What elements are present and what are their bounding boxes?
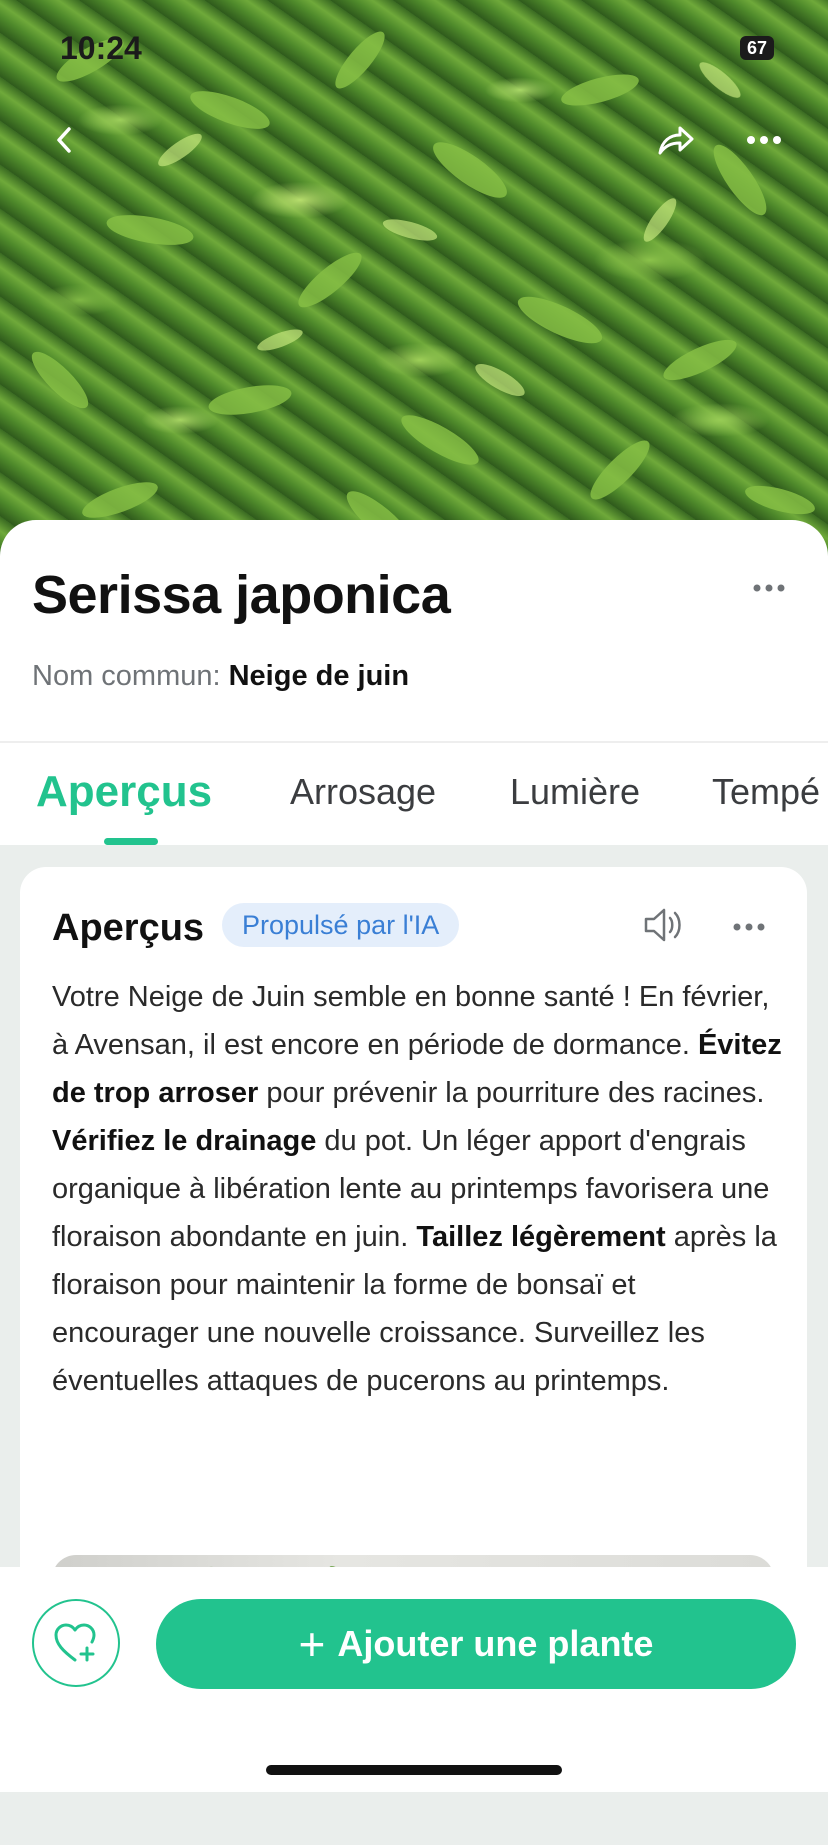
- tab-temperature[interactable]: Tempé: [712, 771, 820, 813]
- common-name-label: Nom commun:: [32, 660, 221, 692]
- add-plant-button[interactable]: + Ajouter une plante: [156, 1599, 796, 1689]
- heart-plus-icon: [54, 1623, 96, 1662]
- insights-card: Aperçus Propulsé par l'IA Votre Neige de…: [20, 867, 807, 1635]
- card-title: Aperçus: [52, 907, 205, 949]
- home-indicator: [266, 1765, 562, 1775]
- ai-badge: Propulsé par l'IA: [222, 903, 460, 947]
- insights-bold-part: Vérifiez le drainage: [52, 1125, 317, 1157]
- back-button[interactable]: [38, 114, 90, 166]
- plus-icon: +: [298, 1618, 326, 1670]
- favorite-button[interactable]: [32, 1599, 120, 1687]
- tab-arrosage[interactable]: Arrosage: [290, 771, 436, 813]
- plant-photo: 10:24 67: [0, 0, 828, 560]
- more-button[interactable]: [738, 114, 790, 166]
- status-time: 10:24: [60, 30, 142, 66]
- status-bar: 10:24 67: [0, 0, 828, 96]
- tab-bar: Aperçus Arrosage Lumière Tempé: [0, 743, 828, 845]
- battery-icon: 67: [740, 36, 774, 60]
- speaker-icon: [644, 908, 681, 942]
- add-plant-label: Ajouter une plante: [337, 1623, 654, 1664]
- share-icon: [658, 126, 694, 155]
- chevron-left-icon: [57, 127, 71, 153]
- tab-lumiere[interactable]: Lumière: [510, 771, 640, 813]
- title-more-button[interactable]: [752, 580, 786, 598]
- common-name-value: Neige de juin: [228, 660, 410, 692]
- insights-text: Votre Neige de Juin semble en bonne sant…: [52, 973, 782, 1405]
- insights-text-part: Votre Neige de Juin semble en bonne sant…: [52, 981, 770, 1061]
- common-name-row: Nom commun: Neige de juin: [32, 660, 409, 693]
- ellipsis-icon: [733, 923, 765, 931]
- share-button[interactable]: [650, 114, 702, 166]
- ellipsis-icon: [747, 136, 781, 144]
- speaker-button[interactable]: [642, 905, 686, 950]
- card-more-button[interactable]: [732, 919, 766, 937]
- bottom-action-bar: + Ajouter une plante: [0, 1567, 828, 1792]
- insights-text-part: pour prévenir la pourriture des racines.: [258, 1077, 765, 1109]
- tab-apercus[interactable]: Aperçus: [36, 767, 212, 817]
- insights-bold-part: Taillez légèrement: [416, 1221, 666, 1253]
- ellipsis-icon: [753, 584, 785, 592]
- plant-scientific-name: Serissa japonica: [32, 565, 451, 625]
- tab-active-indicator: [104, 838, 158, 845]
